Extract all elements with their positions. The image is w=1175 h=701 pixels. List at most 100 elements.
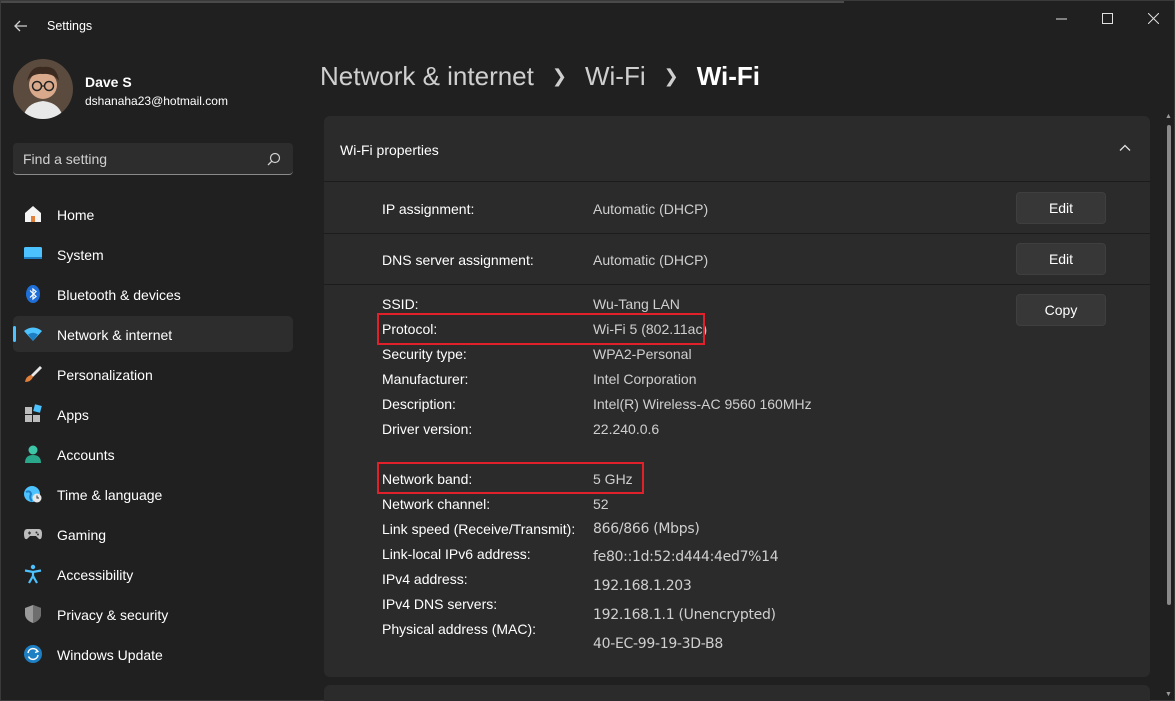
maximize-button[interactable] xyxy=(1084,1,1130,35)
description-value: Intel(R) Wireless-AC 9560 160MHz xyxy=(593,396,812,412)
ipv4-label: IPv4 address: xyxy=(382,571,468,587)
network-channel-value: 52 xyxy=(593,496,609,512)
brush-icon xyxy=(25,366,42,382)
search-input[interactable] xyxy=(23,149,253,169)
title-bar: Settings xyxy=(1,1,1175,49)
breadcrumb: Network & internet ❯ Wi-Fi ❯ Wi-Fi xyxy=(320,61,760,92)
sidebar-nav: Home System Bluetooth & devices Network … xyxy=(13,196,293,676)
accounts-icon xyxy=(25,445,41,463)
scrollbar[interactable]: ▲ ▼ xyxy=(1165,113,1173,698)
system-icon xyxy=(24,247,42,259)
search-box[interactable] xyxy=(13,143,293,175)
link-speed-value: 866/866 (Mbps) xyxy=(593,521,700,537)
accessibility-icon xyxy=(24,564,42,584)
sidebar-item-label: Home xyxy=(57,207,95,223)
scroll-thumb[interactable] xyxy=(1167,125,1171,605)
sidebar-item-accessibility[interactable]: Accessibility xyxy=(13,556,293,592)
apps-icon xyxy=(25,404,42,422)
sidebar-item-system[interactable]: System xyxy=(13,236,293,272)
manufacturer-value: Intel Corporation xyxy=(593,371,697,387)
sidebar-item-windows-update[interactable]: Windows Update xyxy=(13,636,293,672)
dns-assignment-value: Automatic (DHCP) xyxy=(593,252,709,268)
sidebar-item-label: Personalization xyxy=(57,367,153,383)
driver-version-label: Driver version: xyxy=(382,421,473,437)
sidebar-item-label: System xyxy=(57,247,104,263)
sidebar-item-time-language[interactable]: Time & language xyxy=(13,476,293,512)
sidebar-item-label: Network & internet xyxy=(57,327,173,343)
close-icon xyxy=(1147,12,1159,24)
ipv4-dns-label: IPv4 DNS servers: xyxy=(382,596,498,612)
mac-address-value: 40-EC-99-19-3D-B8 xyxy=(593,636,723,652)
copy-button[interactable]: Copy xyxy=(1016,294,1106,326)
network-band-highlight-box xyxy=(377,462,644,494)
sidebar-item-privacy[interactable]: Privacy & security xyxy=(13,596,293,632)
window-title: Settings xyxy=(47,19,93,33)
sidebar-item-label: Apps xyxy=(57,407,89,423)
ipv6-value: fe80::1d:52:d444:4ed7%14 xyxy=(593,549,779,565)
scroll-up-icon[interactable]: ▲ xyxy=(1165,113,1172,120)
sidebar-item-accounts[interactable]: Accounts xyxy=(13,436,293,472)
update-icon xyxy=(24,645,42,663)
ssid-label: SSID: xyxy=(382,296,419,312)
security-type-label: Security type: xyxy=(382,346,467,362)
ip-assignment-row: IP assignment: Automatic (DHCP) Edit xyxy=(324,183,1150,234)
user-email: dshanaha23@hotmail.com xyxy=(85,94,228,108)
sidebar-item-label: Bluetooth & devices xyxy=(57,287,181,303)
protocol-highlight-box xyxy=(377,313,705,345)
ipv4-dns-value: 192.168.1.1 (Unencrypted) xyxy=(593,607,776,623)
wifi-icon xyxy=(24,327,42,341)
breadcrumb-network[interactable]: Network & internet xyxy=(320,61,534,92)
user-name: Dave S xyxy=(85,74,132,90)
shield-icon xyxy=(25,605,41,623)
chevron-right-icon: ❯ xyxy=(551,66,567,86)
sidebar-item-home[interactable]: Home xyxy=(13,196,293,232)
minimize-icon xyxy=(1055,18,1067,19)
back-arrow-icon[interactable] xyxy=(11,16,31,36)
card-title: Wi-Fi properties xyxy=(340,142,439,158)
close-button[interactable] xyxy=(1130,1,1175,35)
settings-window: Settings Dave S dshanaha23@hotmail.com F… xyxy=(0,0,1175,701)
breadcrumb-wifi[interactable]: Wi-Fi xyxy=(585,61,646,92)
sidebar-item-bluetooth[interactable]: Bluetooth & devices xyxy=(13,276,293,312)
ipv6-label: Link-local IPv6 address: xyxy=(382,546,531,562)
manufacturer-label: Manufacturer: xyxy=(382,371,469,387)
globe-icon xyxy=(24,486,42,503)
chevron-right-icon: ❯ xyxy=(663,66,679,86)
ipv4-value: 192.168.1.203 xyxy=(593,578,692,594)
sidebar-item-label: Windows Update xyxy=(57,647,163,663)
security-type-value: WPA2-Personal xyxy=(593,346,692,362)
bluetooth-icon xyxy=(26,285,40,303)
sidebar-item-label: Privacy & security xyxy=(57,607,169,623)
window-controls xyxy=(1038,1,1175,37)
sidebar-item-gaming[interactable]: Gaming xyxy=(13,516,293,552)
search-icon[interactable] xyxy=(267,152,281,166)
minimize-button[interactable] xyxy=(1038,1,1084,35)
ip-edit-button[interactable]: Edit xyxy=(1016,192,1106,224)
ssid-value: Wu-Tang LAN xyxy=(593,296,680,312)
ip-assignment-value: Automatic (DHCP) xyxy=(593,201,709,217)
wifi-properties-header[interactable]: Wi-Fi properties xyxy=(324,116,1150,182)
sidebar-item-network[interactable]: Network & internet xyxy=(13,316,293,352)
mac-address-label: Physical address (MAC): xyxy=(382,621,537,637)
page-title: Wi-Fi xyxy=(696,61,761,91)
dns-assignment-label: DNS server assignment: xyxy=(382,252,534,268)
network-channel-label: Network channel: xyxy=(382,496,491,512)
sidebar-item-personalization[interactable]: Personalization xyxy=(13,356,293,392)
sidebar-item-label: Time & language xyxy=(57,487,163,503)
sidebar-item-label: Accessibility xyxy=(57,567,134,583)
driver-version-value: 22.240.0.6 xyxy=(593,421,660,437)
scroll-down-icon[interactable]: ▼ xyxy=(1165,691,1172,698)
avatar xyxy=(13,59,73,119)
home-icon xyxy=(25,206,41,222)
dns-edit-button[interactable]: Edit xyxy=(1016,243,1106,275)
sidebar-item-label: Accounts xyxy=(57,447,115,463)
link-speed-label: Link speed (Receive/Transmit): xyxy=(382,521,576,537)
avatar-image xyxy=(13,59,73,119)
sidebar-item-label: Gaming xyxy=(57,527,107,543)
chevron-up-icon[interactable] xyxy=(1118,141,1132,155)
description-label: Description: xyxy=(382,396,456,412)
sidebar-item-apps[interactable]: Apps xyxy=(13,396,293,432)
next-card xyxy=(324,685,1150,701)
controller-icon xyxy=(24,529,42,540)
dns-assignment-row: DNS server assignment: Automatic (DHCP) … xyxy=(324,234,1150,285)
